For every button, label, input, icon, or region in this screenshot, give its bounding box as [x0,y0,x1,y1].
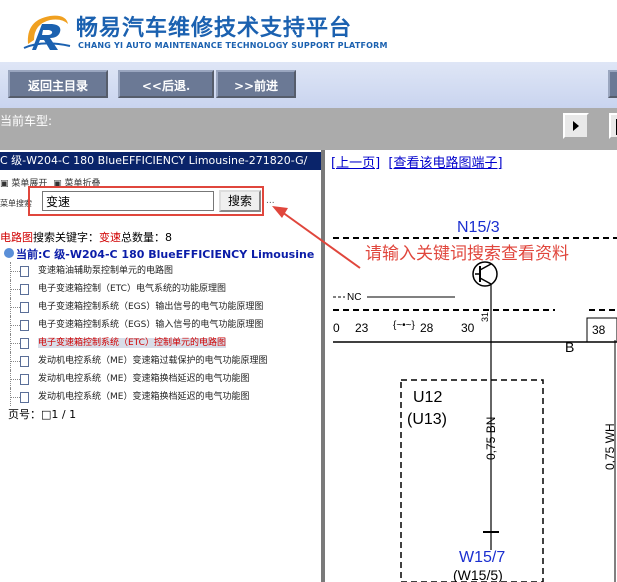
wire-label: 0,75 BN [484,417,498,460]
document-icon [20,392,29,403]
prev-page-link[interactable]: [上一页] [331,156,380,171]
current-model-label: 当前车型: [0,114,53,128]
result-count: 8 [165,231,172,244]
pin-31: 31 [480,312,490,322]
document-icon [20,338,29,349]
terminal-38: 38 [592,323,606,337]
coil-symbol: {~•~} [393,320,416,331]
computer-icon [4,248,14,258]
search-result-summary: 电路图搜索关键字：变速总数量：8 [0,229,172,245]
component-u12: U12 [413,389,442,406]
list-item[interactable]: 电子变速箱控制系统（EGS）输入信号的电气功能原理图 [6,316,321,334]
terminal-23: 23 [355,321,369,335]
list-item[interactable]: 发动机电控系统（ME）变速箱换档延迟的电气功能图 [6,388,321,406]
toggle-panel-button[interactable] [563,113,589,139]
document-icon [20,320,29,331]
view-terminal-link[interactable]: [查看该电路图端子] [388,156,502,171]
terminal-0: 0 [333,321,340,335]
terminal-30: 30 [461,321,475,335]
list-item[interactable]: 电子变速箱控制系统（EGS）输出信号的电气功能原理图 [6,298,321,316]
current-node-label: 当前:C 级-W204-C 180 BlueEFFICIENCY Limousi… [16,248,315,261]
home-button[interactable]: 返回主目录 [8,70,108,98]
chang-yi-logo-icon [23,15,71,50]
model-bar: 当前车型: [0,108,617,150]
pager: 页号：□1 / 1 [8,408,77,421]
model-title: C 级-W204-C 180 BlueEFFICIENCY Limousine-… [0,152,321,170]
terminal-28: 28 [420,321,434,335]
diagram-label-w15: W15/7 [459,549,505,566]
document-icon [20,374,29,385]
list-item[interactable]: 发动机电控系统（ME）变速箱过载保护的电气功能原理图 [6,352,321,370]
document-icon [20,356,29,367]
nav-bar: 返回主目录 <<后退. >>前进 [0,62,617,108]
header: 畅易汽车维修技术支持平台 CHANG YI AUTO MAINTENANCE T… [0,0,617,62]
search-highlight-box [28,186,264,216]
page-view-button[interactable] [609,113,617,139]
diagram-links: [上一页] [查看该电路图端子] [331,152,503,171]
terminal-b: B [565,339,574,355]
more-indicator: ... [266,196,275,206]
result-keyword: 变速 [99,231,121,244]
list-item[interactable]: 变速箱油辅助泵控制单元的电路图 [6,262,321,280]
menu-panel: C 级-W204-C 180 BlueEFFICIENCY Limousine-… [0,150,325,582]
platform-title: 畅易汽车维修技术支持平台 [76,16,353,41]
play-icon [573,121,579,131]
list-item-selected[interactable]: 电子变速箱控制系统（ETC）控制单元的电路图 [6,334,321,352]
component-u13: (U13) [407,411,447,428]
result-category: 电路图 [0,231,33,244]
current-node[interactable]: 当前:C 级-W204-C 180 BlueEFFICIENCY Limousi… [4,246,314,262]
nc-label: NC [347,292,361,303]
result-keyword-label: 搜索关键字： [33,231,99,244]
annotation-text: 请输入关键词搜索查看资料 [365,244,569,264]
extra-nav-button[interactable] [608,70,617,98]
document-icon [20,284,29,295]
result-tree: 变速箱油辅助泵控制单元的电路图 电子变速箱控制（ETC）电气系统的功能原理图 电… [6,262,321,406]
diagram-label-w15b: (W15/5) [453,567,503,582]
document-icon [20,302,29,313]
back-button[interactable]: <<后退. [118,70,214,98]
list-item[interactable]: 发动机电控系统（ME）变速箱换档延迟的电气功能图 [6,370,321,388]
list-item[interactable]: 电子变速箱控制（ETC）电气系统的功能原理图 [6,280,321,298]
diagram-panel: [上一页] [查看该电路图端子] N15/3 31 NC 0 23 {~•~} … [325,150,617,582]
forward-button[interactable]: >>前进 [216,70,296,98]
diagram-label-n15: N15/3 [457,219,500,236]
expand-icon: ▣ [0,179,12,189]
platform-title-en: CHANG YI AUTO MAINTENANCE TECHNOLOGY SUP… [78,41,388,50]
result-count-label: 总数量： [121,231,165,244]
circuit-diagram: N15/3 31 NC 0 23 {~•~} 28 30 38 B U12 (U… [333,219,617,582]
document-icon [20,266,29,277]
